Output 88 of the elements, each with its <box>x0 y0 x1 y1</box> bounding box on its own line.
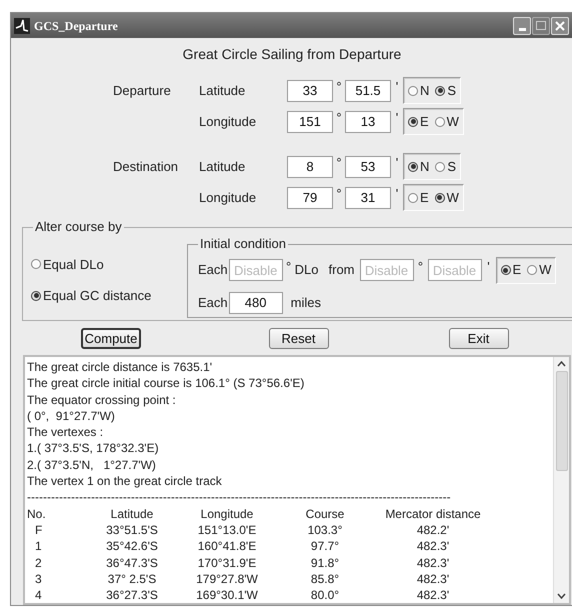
table-cell: 169°30.1'W <box>196 587 258 603</box>
column-header: Latitude <box>110 506 154 522</box>
degree-mark: ° <box>336 109 342 127</box>
table-cell: 151°13.0'E <box>198 522 256 538</box>
column-header: Mercator distance <box>385 506 481 522</box>
table-cell: 103.3° <box>308 522 342 538</box>
radio-button[interactable]: W <box>434 112 459 132</box>
minute-mark: ' <box>396 185 398 203</box>
column-header: Course <box>306 506 344 522</box>
field-label: Each <box>198 294 228 312</box>
radio-button[interactable]: W <box>527 260 552 280</box>
output-line: 2.( 37°3.5'N, 1°27.7'W) <box>27 456 157 474</box>
table-cell: 97.7° <box>310 538 340 555</box>
table-cell: 91.8° <box>310 554 340 571</box>
degree-mark: ° <box>418 258 424 276</box>
action-button[interactable]: Compute <box>81 328 141 348</box>
table-cell: 36°27.3'S <box>106 587 158 603</box>
output-line: The vertexes : <box>27 424 104 440</box>
table-cell: 2 <box>35 556 42 570</box>
radio-button[interactable]: N <box>408 156 430 176</box>
window-title: GCS_Departure <box>34 18 118 34</box>
input-field[interactable]: 151 <box>287 110 333 132</box>
input-field[interactable]: 53 <box>345 156 391 178</box>
heading: Great Circle Sailing from Departure <box>182 45 402 64</box>
input-field[interactable]: 13 <box>345 110 391 132</box>
table-cell: 4 <box>35 588 42 602</box>
field-label: Latitude <box>199 82 246 98</box>
radio-button[interactable]: Equal DLo <box>31 254 179 274</box>
table-cell: 35°42.6'S <box>106 538 158 555</box>
output-line: The equator crossing point : <box>27 392 177 408</box>
degree-mark: ° <box>336 185 342 203</box>
minute-mark: ' <box>396 109 398 127</box>
radio-button[interactable]: N <box>408 80 430 100</box>
field-label: Longitude <box>199 114 256 129</box>
table-cell: 482.3' <box>416 587 450 603</box>
field-label: Each <box>198 261 228 280</box>
group-label: Departure <box>113 82 171 98</box>
table-cell: 80.0° <box>310 587 340 603</box>
table-cell: 179°27.8'W <box>196 570 258 588</box>
radio-button[interactable]: S <box>435 156 456 176</box>
output-line: 1.( 37°3.5'S, 178°32.3'E) <box>27 440 160 457</box>
table-cell: F <box>35 522 42 537</box>
input-field[interactable]: 31 <box>345 186 391 208</box>
input-field[interactable]: 8 <box>287 156 333 178</box>
table-cell: 482.3' <box>416 554 450 571</box>
output-line: The great circle initial course is 106.1° (S 73°56.6'E) <box>27 375 306 392</box>
output-line: ( 0°, 91°27.7'W) <box>27 408 116 424</box>
table-cell: 482.3' <box>416 570 450 588</box>
table-cell: 36°47.3'S <box>106 554 158 571</box>
output-line: The great circle distance is 7635.1' <box>27 359 214 376</box>
degree-mark: ° <box>336 154 342 172</box>
action-button[interactable]: Exit <box>448 328 508 348</box>
field-label: Latitude <box>199 158 246 174</box>
minute-mark: ' <box>487 258 490 276</box>
table-cell: 160°41.8'E <box>198 538 256 555</box>
table-cell: 33°51.5'S <box>106 522 158 538</box>
input-field[interactable]: 480 <box>228 292 283 314</box>
output-line: The vertex 1 on the great circle track <box>27 473 223 490</box>
table-cell: 37° 2.5'S <box>108 570 156 588</box>
table-cell: 85.8° <box>310 570 340 588</box>
group-label: Destination <box>113 158 178 174</box>
degree-mark: ° <box>286 258 292 276</box>
group-title: Alter course by <box>33 219 124 235</box>
action-button[interactable]: Reset <box>268 328 328 348</box>
input-field[interactable]: 51.5 <box>345 80 391 102</box>
radio-button[interactable]: E <box>500 260 522 280</box>
field-label: from <box>328 261 354 280</box>
table-cell: 482.3' <box>416 538 450 555</box>
radio-button[interactable]: E <box>408 188 429 208</box>
table-cell: 3 <box>35 572 42 586</box>
input-field[interactable]: 79 <box>287 186 333 208</box>
unit-label: DLo <box>294 261 318 280</box>
table-cell: 482.2' <box>416 522 450 538</box>
separator-line: ---------------------------------------------------------------------------------------------------------- <box>27 489 451 506</box>
minute-mark: ' <box>396 78 398 96</box>
minute-mark: ' <box>396 154 398 172</box>
radio-button[interactable]: S <box>435 80 456 100</box>
column-header: Longitude <box>200 506 254 522</box>
table-cell: 1 <box>35 539 42 554</box>
radio-button[interactable]: E <box>408 112 429 132</box>
input-field[interactable]: 33 <box>287 80 333 102</box>
unit-label: miles <box>290 294 321 312</box>
field-label: Longitude <box>199 190 256 205</box>
radio-button[interactable]: Equal GC distance <box>31 286 179 306</box>
degree-mark: ° <box>336 78 342 96</box>
column-header: No. <box>27 506 46 521</box>
table-cell: 170°31.9'E <box>198 554 256 571</box>
radio-button[interactable]: W <box>434 188 459 208</box>
